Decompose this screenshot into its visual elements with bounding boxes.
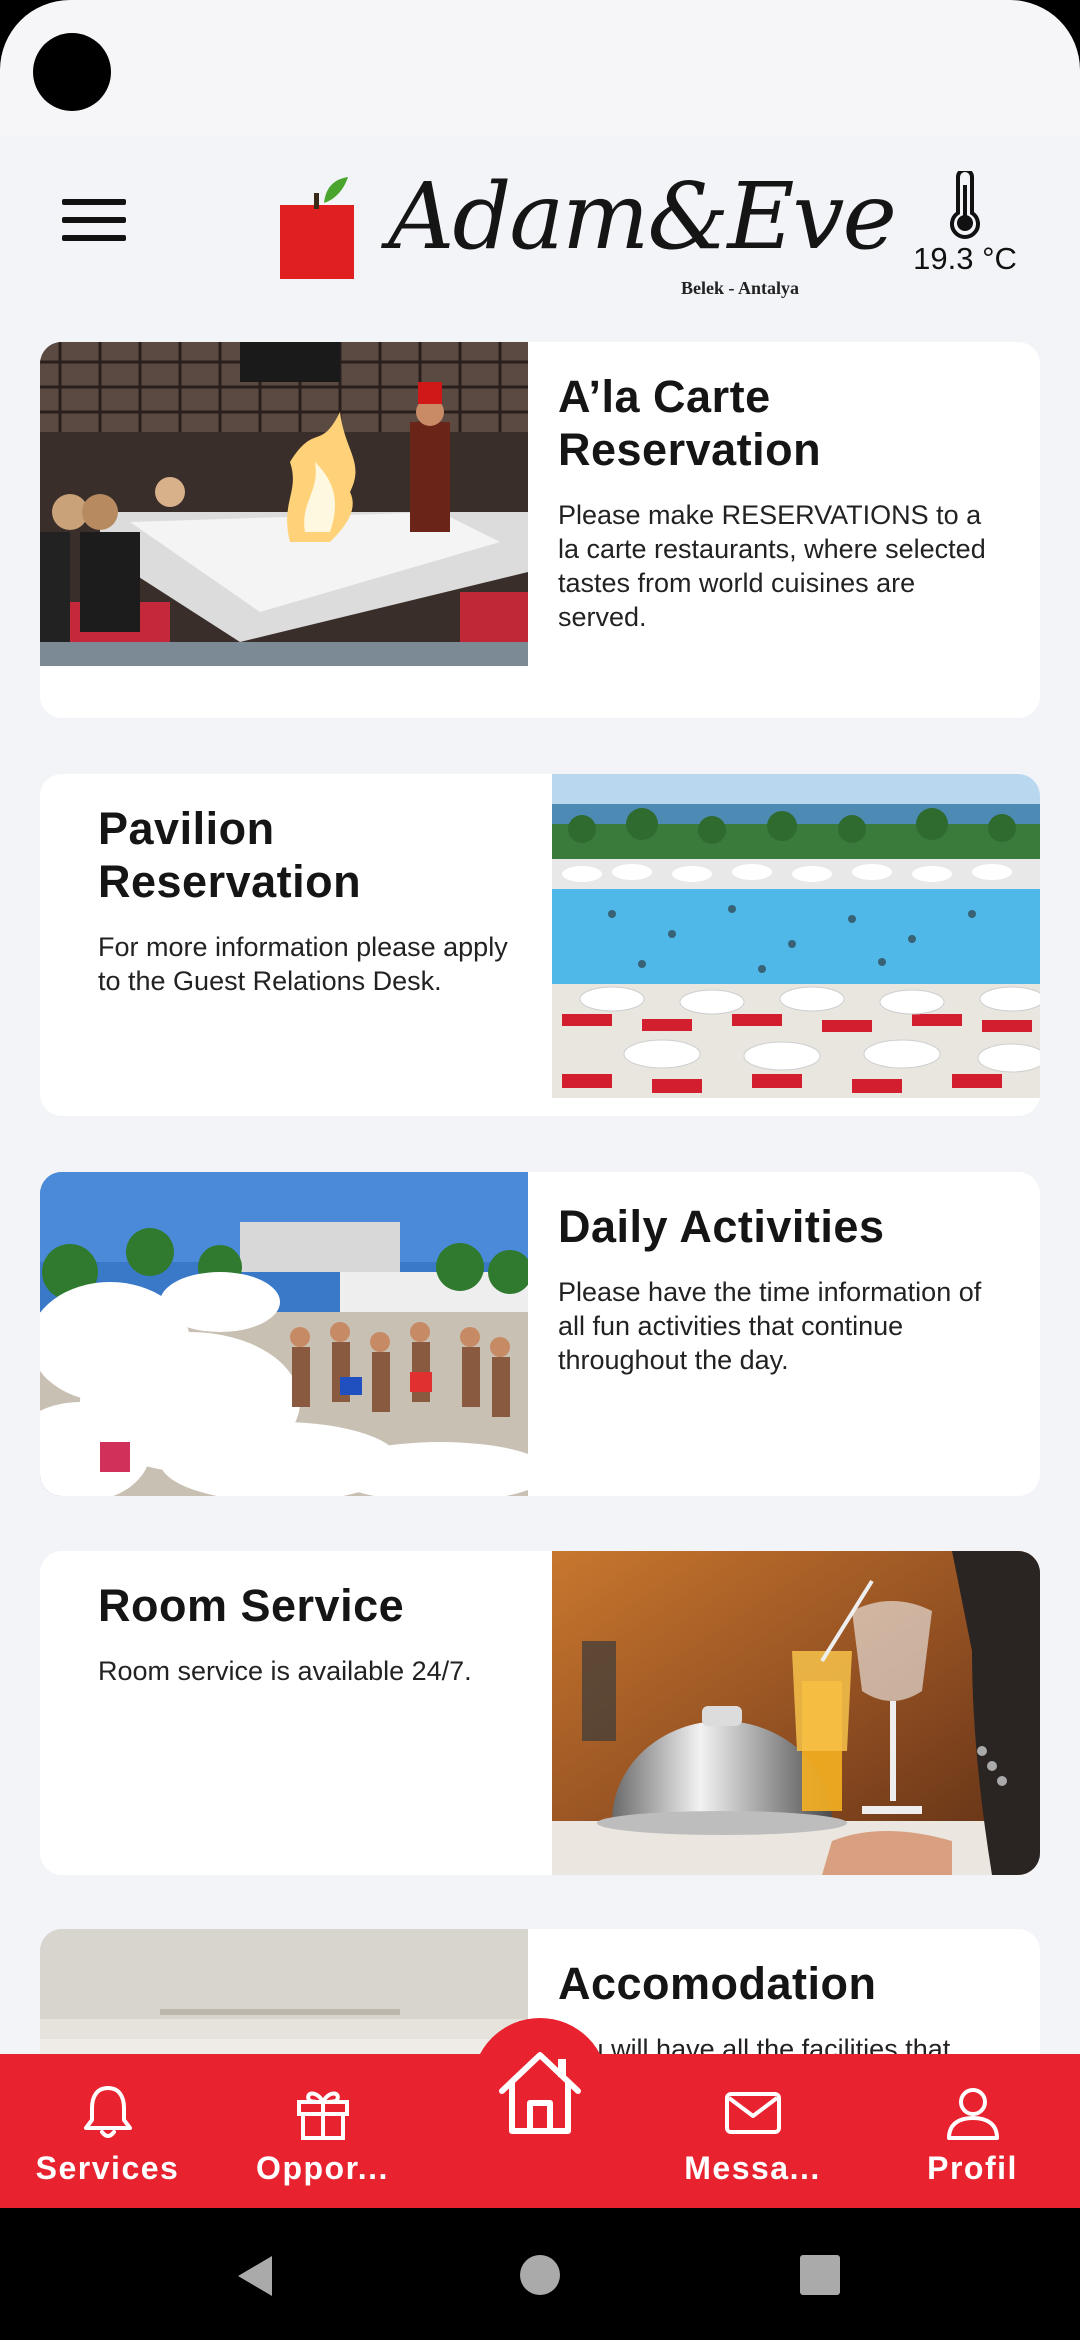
apple-logo-icon (280, 177, 354, 279)
card-description: Room service is available 24/7. (98, 1656, 472, 1686)
nav-label: Oppor... (256, 2150, 389, 2186)
nav-label: Messa... (684, 2150, 821, 2186)
nav-opportunities[interactable]: Oppor... (235, 2054, 410, 2208)
card-title: Room Service (98, 1580, 405, 1631)
logo-text: Adam&Eve (388, 163, 897, 270)
card-ala-carte-reservation[interactable]: A’la Carte Reservation Please make RESER… (40, 342, 1040, 718)
card-description: Please make RESERVATIONS to a la carte r… (558, 500, 986, 632)
card-text: Pavilion Reservation For more informatio… (98, 802, 528, 998)
card-daily-activities[interactable]: Daily Activities Please have the time in… (40, 1172, 1040, 1496)
mail-icon (724, 2092, 781, 2134)
teppanyaki-restaurant-photo (40, 342, 528, 666)
card-text: A’la Carte Reservation Please make RESER… (558, 370, 1008, 634)
nav-label: Services (35, 2150, 180, 2186)
logo-subtitle: Belek - Antalya (681, 278, 800, 298)
home-icon (499, 2052, 581, 2134)
hamburger-menu-icon[interactable] (62, 195, 132, 245)
card-text: Daily Activities Please have the time in… (558, 1200, 1008, 1377)
card-title: Pavilion Reservation (98, 803, 362, 907)
pool-pavilion-photo (552, 774, 1040, 1098)
app-header: Adam&Eve Belek - Antalya 19.3 °C (0, 135, 1080, 305)
recents-icon[interactable] (800, 2255, 840, 2295)
nav-messages[interactable]: Messa... (665, 2054, 840, 2208)
nav-profile[interactable]: Profil (885, 2054, 1060, 2208)
system-navigation-bar (0, 2208, 1080, 2340)
hotel-logo: Adam&Eve Belek - Antalya (278, 163, 897, 298)
nav-services[interactable]: Services (20, 2054, 195, 2208)
thermometer-icon (950, 171, 980, 239)
nav-label: Profil (927, 2150, 1018, 2186)
card-title: Accomodation (558, 1958, 877, 2009)
card-title: Daily Activities (558, 1201, 885, 1252)
status-bar (0, 0, 1080, 135)
camera-cutout (33, 33, 111, 111)
back-icon[interactable] (236, 2254, 276, 2298)
card-description: For more information please apply to the… (98, 932, 508, 996)
home-circle-icon[interactable] (519, 2254, 561, 2296)
weather-widget[interactable]: 19.3 °C (905, 171, 1025, 281)
card-pavilion-reservation[interactable]: Pavilion Reservation For more informatio… (40, 774, 1040, 1116)
card-text: Room Service Room service is available 2… (98, 1579, 528, 1688)
user-icon (946, 2088, 999, 2140)
card-text: Accomodation You will have all the facil… (558, 1957, 1008, 2066)
nav-home[interactable] (492, 2045, 588, 2145)
temperature-value: 19.3 °C (913, 241, 1017, 276)
card-description: Please have the time information of all … (558, 1277, 982, 1375)
bell-icon (83, 2086, 132, 2138)
card-room-service[interactable]: Room Service Room service is available 2… (40, 1551, 1040, 1875)
gift-icon (296, 2091, 349, 2140)
foam-party-photo (40, 1172, 550, 1496)
room-service-cloche-photo (552, 1551, 1040, 1875)
card-title: A’la Carte Reservation (558, 371, 822, 475)
